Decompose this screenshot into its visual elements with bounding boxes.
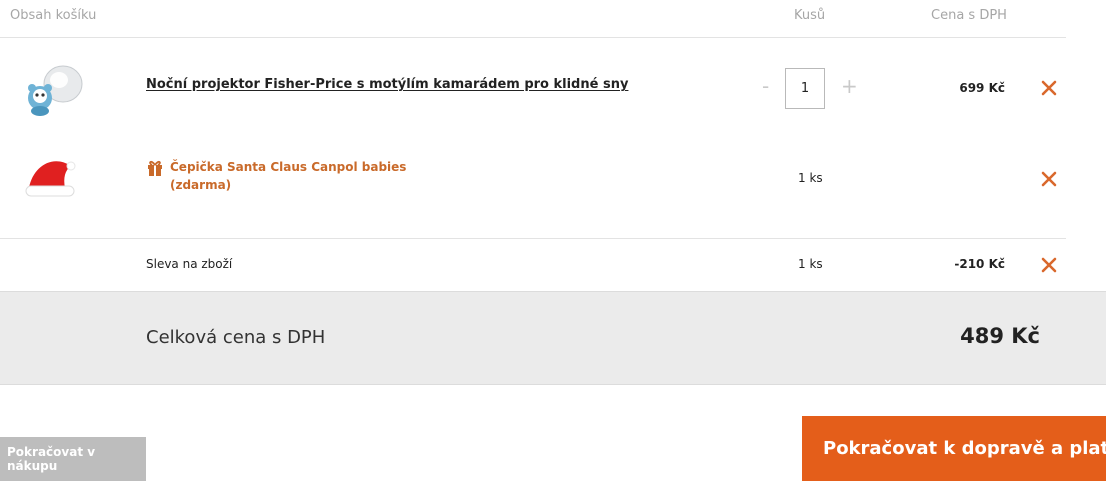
discount-quantity: 1 ks bbox=[798, 257, 823, 271]
gift-product-name: Čepička Santa Claus Canpol babies (zdarm… bbox=[170, 158, 420, 194]
gift-thumbnail[interactable] bbox=[23, 152, 79, 206]
header-price-label: Cena s DPH bbox=[931, 8, 1007, 23]
gift-icon bbox=[147, 159, 163, 180]
product-link[interactable]: Noční projektor Fisher-Price s motýlím k… bbox=[146, 77, 628, 92]
remove-product-button[interactable] bbox=[1041, 80, 1057, 96]
product-price: 699 Kč bbox=[959, 81, 1005, 95]
remove-discount-button[interactable] bbox=[1041, 257, 1057, 273]
header-content-label: Obsah košíku bbox=[10, 8, 97, 23]
product-thumbnail[interactable] bbox=[23, 62, 85, 122]
gift-name-line: Čepička Santa Claus Canpol babies bbox=[170, 160, 407, 174]
total-label: Celková cena s DPH bbox=[146, 327, 326, 348]
gift-quantity: 1 ks bbox=[798, 171, 823, 185]
header-qty-label: Kusů bbox=[794, 8, 826, 23]
discount-label: Sleva na zboží bbox=[146, 257, 233, 271]
close-icon bbox=[1041, 80, 1057, 96]
continue-to-shipping-button[interactable]: Pokračovat k dopravě a platbě bbox=[802, 416, 1106, 481]
close-icon bbox=[1041, 257, 1057, 273]
close-icon bbox=[1041, 171, 1057, 187]
divider bbox=[0, 238, 1066, 239]
gift-free-label: (zdarma) bbox=[170, 178, 232, 192]
discount-price: -210 Kč bbox=[954, 257, 1005, 271]
qty-increase-button[interactable]: + bbox=[841, 76, 858, 96]
continue-shopping-button[interactable]: Pokračovat v nákupu bbox=[0, 437, 146, 481]
remove-gift-button[interactable] bbox=[1041, 171, 1057, 187]
quantity-input[interactable] bbox=[785, 68, 825, 109]
total-price: 489 Kč bbox=[960, 324, 1040, 348]
qty-decrease-button[interactable]: - bbox=[762, 76, 769, 96]
divider bbox=[0, 37, 1066, 38]
